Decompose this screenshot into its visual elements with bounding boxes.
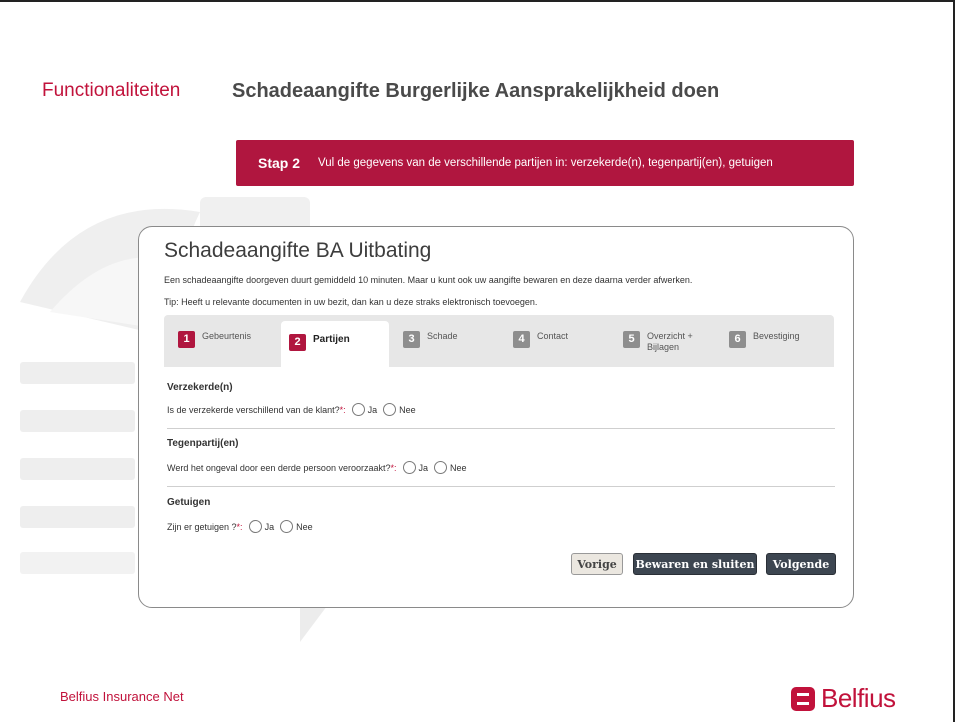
tab-number: 3 [403, 331, 420, 348]
tab-number: 5 [623, 331, 640, 348]
tab-number: 1 [178, 331, 195, 348]
radio-nee[interactable] [434, 461, 448, 474]
divider [167, 486, 835, 487]
claim-form-card: Schadeaangifte BA Uitbating Een schadeaa… [138, 226, 854, 608]
slide: Functionaliteiten Schadeaangifte Burgerl… [0, 0, 955, 722]
form-tip: Tip: Heeft u relevante documenten in uw … [164, 297, 538, 307]
tab-bevestiging[interactable]: 6 Bevestiging [729, 321, 829, 367]
radio-nee[interactable] [280, 520, 294, 533]
tab-overzicht-bijlagen[interactable]: 5 Overzicht + Bijlagen [623, 321, 723, 367]
previous-button[interactable]: Vorige [571, 553, 623, 575]
tab-contact[interactable]: 4 Contact [513, 321, 613, 367]
tab-number: 6 [729, 331, 746, 348]
tab-label: Schade [427, 331, 458, 341]
radio-label-nee: Nee [399, 404, 416, 415]
question-verzekerde: Is de verzekerde verschillend van de kla… [167, 403, 835, 416]
required-marker: *: [390, 462, 397, 473]
question-getuigen: Zijn er getuigen ? *: Ja Nee [167, 520, 835, 533]
question-text: Werd het ongeval door een derde persoon … [167, 462, 391, 473]
radio-label-ja: Ja [367, 404, 378, 415]
footer-text: Belfius Insurance Net [60, 689, 184, 704]
required-marker: *: [236, 521, 243, 532]
tab-schade[interactable]: 3 Schade [403, 321, 503, 367]
tab-label: Gebeurtenis [202, 331, 252, 341]
radio-label-ja: Ja [418, 462, 429, 473]
required-marker: *: [339, 404, 346, 415]
tab-label: Overzicht + Bijlagen [647, 331, 693, 352]
section-label: Functionaliteiten [42, 80, 181, 101]
group-title-getuigen: Getuigen [167, 497, 211, 508]
save-and-close-button[interactable]: Bewaren en sluiten [633, 553, 757, 575]
logo-text: Belfius [821, 683, 896, 713]
radio-label-nee: Nee [296, 521, 313, 532]
step-number: Stap 2 [258, 155, 301, 171]
form-body: Verzekerde(n) Is de verzekerde verschill… [167, 377, 835, 533]
radio-label-nee: Nee [450, 462, 467, 473]
next-button[interactable]: Volgende [766, 553, 836, 575]
belfius-logo-icon [791, 686, 815, 711]
step-banner: Stap 2 Vul de gegevens van de verschille… [236, 140, 854, 186]
tab-label: Bevestiging [753, 331, 800, 341]
page-title: Schadeaangifte Burgerlijke Aansprakelijk… [232, 80, 720, 102]
radio-nee[interactable] [383, 403, 397, 416]
step-description: Vul de gegevens van de verschillende par… [318, 157, 773, 169]
radio-ja[interactable] [248, 520, 262, 533]
tab-partijen[interactable]: 2 Partijen [281, 321, 389, 367]
tab-number: 2 [289, 334, 306, 351]
tab-label: Contact [537, 331, 569, 341]
form-title: Schadeaangifte BA Uitbating [164, 239, 432, 262]
question-text: Is de verzekerde verschillend van de kla… [167, 404, 340, 415]
group-title-tegenpartij: Tegenpartij(en) [167, 438, 239, 449]
radio-ja[interactable] [351, 403, 365, 416]
tab-gebeurtenis[interactable]: 1 Gebeurtenis [178, 321, 278, 367]
radio-ja[interactable] [402, 461, 416, 474]
belfius-logo: Belfius [791, 683, 896, 714]
tab-label: Partijen [313, 334, 350, 345]
radio-label-ja: Ja [264, 521, 275, 532]
question-tegenpartij: Werd het ongeval door een derde persoon … [167, 461, 835, 474]
question-text: Zijn er getuigen ? [167, 521, 237, 532]
group-title-verzekerde: Verzekerde(n) [167, 382, 233, 393]
tab-number: 4 [513, 331, 530, 348]
divider [167, 428, 835, 429]
wizard-tabs: 1 Gebeurtenis 2 Partijen 3 Schade 4 Cont… [164, 315, 834, 367]
form-intro: Een schadeaangifte doorgeven duurt gemid… [164, 275, 693, 285]
